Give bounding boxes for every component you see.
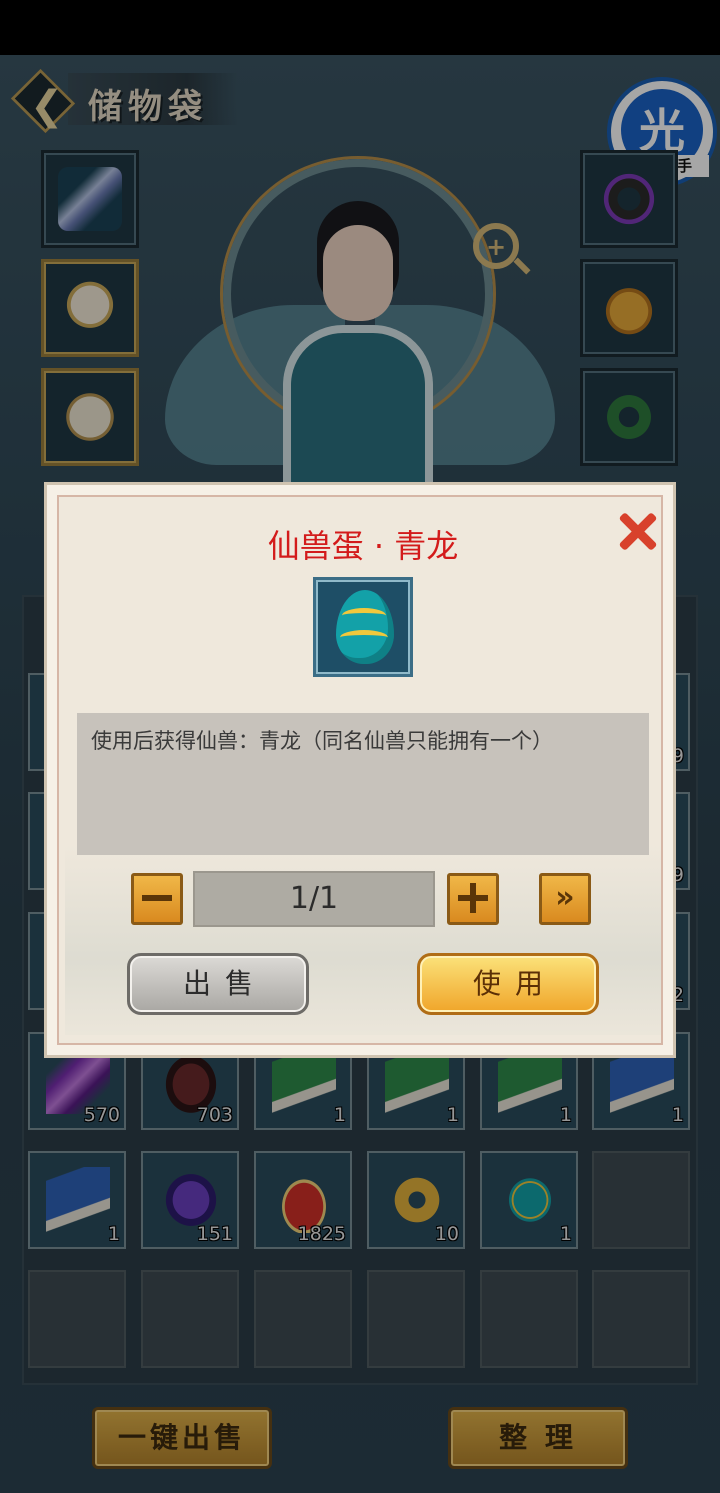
sell-button[interactable]: 出售: [127, 953, 309, 1015]
item-description: 使用后获得仙兽：青龙（同名仙兽只能拥有一个）: [91, 729, 553, 753]
quantity-value[interactable]: 1/1: [193, 871, 435, 927]
increase-button[interactable]: [447, 873, 499, 925]
beast-egg-icon: [336, 590, 394, 664]
item-detail-dialog: 仙兽蛋 · 青龙 使用后获得仙兽：青龙（同名仙兽只能拥有一个） 1/1 » 出售…: [44, 482, 676, 1058]
max-quantity-button[interactable]: »: [539, 873, 591, 925]
use-label: 使用: [472, 967, 557, 1000]
close-icon[interactable]: [613, 507, 663, 557]
item-icon-frame: [313, 577, 413, 677]
status-bar: [0, 0, 720, 55]
double-chevron-right-icon: »: [555, 880, 575, 915]
minus-icon: [142, 895, 172, 901]
use-button[interactable]: 使用: [417, 953, 599, 1015]
quantity-stepper: 1/1 »: [131, 871, 591, 927]
sell-label: 出售: [182, 967, 267, 1000]
item-name: 仙兽蛋 · 青龙: [267, 527, 459, 565]
decrease-button[interactable]: [131, 873, 183, 925]
item-description-box: 使用后获得仙兽：青龙（同名仙兽只能拥有一个）: [77, 713, 649, 855]
plus-icon-vertical: [470, 883, 476, 913]
